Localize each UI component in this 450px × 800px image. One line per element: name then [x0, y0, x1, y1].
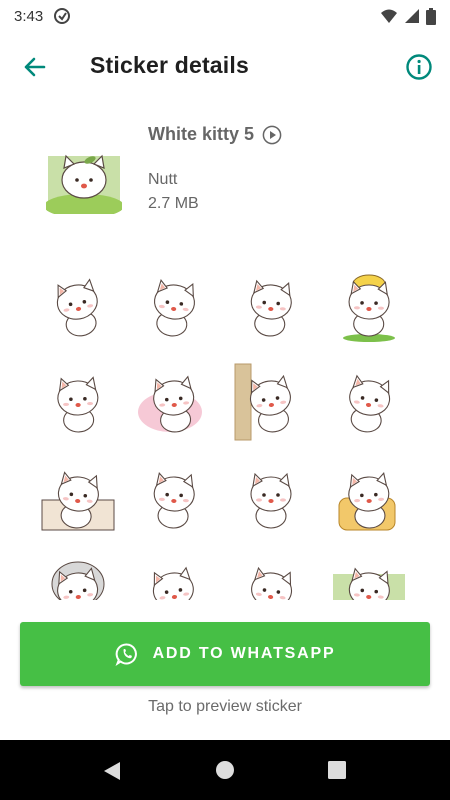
sticker-cat-yellow-hat[interactable] — [329, 266, 409, 346]
tray-icon — [46, 154, 122, 214]
wifi-icon — [381, 9, 397, 23]
page-title: Sticker details — [90, 52, 249, 78]
sticker-cat-shy[interactable] — [329, 362, 409, 442]
sync-icon — [54, 8, 71, 24]
nav-recents-icon[interactable] — [327, 760, 347, 780]
add-to-whatsapp-button[interactable]: ADD TO WHATSAPP — [20, 622, 430, 686]
sticker-cat-box[interactable] — [38, 458, 118, 538]
signal-icon — [405, 9, 419, 23]
battery-icon — [426, 7, 436, 25]
sticker-cat-drinking[interactable] — [38, 362, 118, 442]
sticker-cat-grass[interactable] — [329, 554, 409, 600]
sticker-cat-peeking-wall[interactable] — [231, 362, 311, 442]
pack-header: White kitty 5 Nutt 2.7 MB — [0, 110, 450, 230]
sticker-cat-armchair[interactable] — [329, 458, 409, 538]
pack-name: White kitty 5 — [148, 124, 255, 144]
arrow-left-icon[interactable] — [20, 52, 50, 82]
sticker-cat-lying[interactable] — [134, 554, 214, 600]
sticker-cat-sleepy[interactable] — [231, 458, 311, 538]
sticker-cat-surprised[interactable] — [134, 266, 214, 346]
sticker-cat-pleading[interactable] — [134, 458, 214, 538]
preview-hint: Tap to preview sticker — [148, 698, 302, 715]
sticker-cat-sitting[interactable] — [231, 554, 311, 600]
sticker-cat-cheering[interactable] — [38, 266, 118, 346]
status-time: 3:43 — [14, 7, 44, 25]
pack-size: 2.7 MB — [148, 195, 199, 212]
whatsapp-icon — [115, 643, 137, 666]
status-bar: 3:43 — [0, 0, 450, 32]
pack-author: Nutt — [148, 171, 178, 188]
nav-bar — [0, 740, 450, 800]
nav-back-icon[interactable] — [100, 759, 124, 783]
sticker-cat-hood[interactable] — [38, 554, 118, 600]
bottom-panel: ADD TO WHATSAPP Tap to preview sticker — [0, 600, 450, 740]
info-icon[interactable] — [404, 52, 434, 82]
add-button-label: ADD TO WHATSAPP — [152, 645, 336, 662]
pack-name-row: White kitty 5 — [148, 124, 282, 145]
nav-home-icon[interactable] — [214, 759, 236, 781]
sticker-cat-eating[interactable] — [231, 266, 311, 346]
status-icons — [380, 7, 436, 25]
play-icon[interactable] — [262, 125, 282, 145]
app-bar: Sticker details — [0, 32, 450, 100]
sticker-grid — [24, 248, 426, 600]
sticker-cat-popcorn[interactable] — [134, 362, 214, 442]
